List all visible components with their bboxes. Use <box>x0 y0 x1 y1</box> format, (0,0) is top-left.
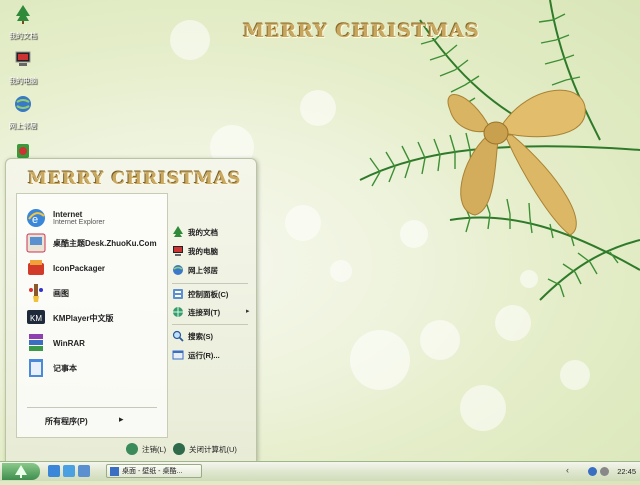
paint-icon <box>29 284 43 302</box>
wallpaper-title: MERRY CHRISTMAS <box>243 20 480 42</box>
notepad-icon <box>29 359 43 377</box>
desktop-icon-label: 我的电脑 <box>9 78 37 85</box>
separator <box>27 407 157 408</box>
power-icon <box>173 443 185 455</box>
quicklaunch-desktop-icon[interactable] <box>78 465 90 477</box>
christmas-bow-decoration <box>359 0 640 301</box>
quicklaunch-globe-icon[interactable] <box>63 465 75 477</box>
program-title: 记事本 <box>53 363 77 373</box>
place-search[interactable]: 搜索(S) <box>172 329 213 343</box>
program-title: KMPlayer中文版 <box>53 313 114 323</box>
tray-collapse-icon[interactable]: ‹ <box>566 465 569 475</box>
program-kmplayer[interactable]: KM KMPlayer中文版 <box>25 306 113 330</box>
iconpackager-icon <box>28 260 44 275</box>
tree-folder-icon <box>16 5 30 24</box>
connect-globe-icon <box>173 307 183 317</box>
program-paint[interactable]: 画图 <box>25 281 69 305</box>
computer-icon <box>15 51 31 66</box>
winrar-icon <box>29 334 43 351</box>
program-subtitle: Internet Explorer <box>53 218 105 226</box>
logoff-button[interactable]: 注销(L) <box>126 443 166 455</box>
taskbar-window-label: 桌面 - 壁纸 - 桌酷... <box>122 468 183 475</box>
run-icon <box>172 350 184 360</box>
place-label: 搜索(S) <box>188 331 213 341</box>
start-menu-places-pane: 我的文档 我的电脑 网上邻居 控制面板(C) 连接到(T) ▸ 搜索(S) 运行… <box>168 193 253 436</box>
desktop-icon-network[interactable]: 网上邻居 <box>4 94 42 131</box>
program-winrar[interactable]: WinRAR <box>25 331 85 355</box>
desktop-icon-my-documents[interactable]: 我的文档 <box>4 4 42 41</box>
start-tree-icon <box>15 465 27 478</box>
tray-network-icon[interactable] <box>588 467 597 476</box>
desktop-icon-label: 网上邻居 <box>9 123 37 130</box>
system-tray: ‹ 22:45 <box>564 463 640 480</box>
program-iconpackager[interactable]: IconPackager <box>25 256 105 280</box>
shutdown-label: 关闭计算机(U) <box>189 444 237 454</box>
program-title: 画图 <box>53 288 69 298</box>
start-menu-title: MERRY CHRISTMAS <box>28 169 242 189</box>
shutdown-button[interactable]: 关闭计算机(U) <box>173 443 237 455</box>
place-network[interactable]: 网上邻居 <box>172 263 218 277</box>
clock[interactable]: 22:45 <box>617 467 636 476</box>
taskbar: 桌面 - 壁纸 - 桌酷... ‹ 22:45 <box>0 461 640 481</box>
place-my-documents[interactable]: 我的文档 <box>172 225 218 239</box>
start-menu-programs-pane: e Internet Internet Explorer 桌酷主题Desk.Zh… <box>16 193 168 438</box>
network-globe-icon <box>173 265 183 275</box>
quicklaunch-ie-icon[interactable] <box>48 465 60 477</box>
place-label: 运行(R)... <box>188 350 220 360</box>
place-control-panel[interactable]: 控制面板(C) <box>172 287 228 301</box>
place-label: 我的电脑 <box>188 246 218 256</box>
zhuoku-theme-icon <box>26 233 46 253</box>
computer-icon <box>173 246 183 256</box>
svg-text:KM: KM <box>30 314 42 323</box>
place-label: 网上邻居 <box>188 265 218 275</box>
program-title: Internet <box>53 209 83 219</box>
program-internet-explorer[interactable]: e Internet Internet Explorer <box>25 206 105 230</box>
arrow-right-icon: ▸ <box>119 414 124 424</box>
start-menu: MERRY CHRISTMAS e Internet Internet Expl… <box>5 158 257 462</box>
program-title: 桌酷主题Desk.ZhuoKu.Com <box>53 238 157 248</box>
svg-text:e: e <box>32 214 38 226</box>
place-run[interactable]: 运行(R)... <box>172 348 220 362</box>
tray-volume-icon[interactable] <box>600 467 609 476</box>
program-notepad[interactable]: 记事本 <box>25 356 77 380</box>
place-label: 控制面板(C) <box>188 289 229 299</box>
kmplayer-icon: KM <box>27 310 45 324</box>
taskbar-window-button[interactable]: 桌面 - 壁纸 - 桌酷... <box>106 464 202 478</box>
network-globe-icon <box>15 96 31 112</box>
bokeh-light <box>170 20 210 60</box>
control-panel-icon <box>173 289 183 299</box>
place-label: 连接到(T) <box>188 307 221 317</box>
recycle-bin-icon <box>17 144 29 158</box>
logoff-icon <box>126 443 138 455</box>
separator <box>172 324 248 325</box>
start-button[interactable] <box>2 463 40 480</box>
program-zhuoku-theme[interactable]: 桌酷主题Desk.ZhuoKu.Com <box>25 231 157 255</box>
arrow-right-icon: ▸ <box>246 308 250 315</box>
place-label: 我的文档 <box>188 227 218 237</box>
all-programs-button[interactable]: 所有程序(P) <box>45 416 88 427</box>
taskbar-empty-area[interactable] <box>206 466 554 476</box>
logoff-label: 注销(L) <box>142 444 167 454</box>
place-connect-to[interactable]: 连接到(T) <box>172 305 220 319</box>
internet-explorer-icon: e <box>27 209 45 227</box>
program-title: WinRAR <box>53 338 85 348</box>
search-icon <box>172 330 184 342</box>
window-icon <box>110 466 119 476</box>
tree-folder-icon <box>173 226 183 237</box>
start-menu-footer: 注销(L) 关闭计算机(U) <box>6 439 256 461</box>
program-title: IconPackager <box>53 263 106 273</box>
place-my-computer[interactable]: 我的电脑 <box>172 244 218 258</box>
desktop-icon-my-computer[interactable]: 我的电脑 <box>4 49 42 86</box>
separator <box>172 283 248 284</box>
desktop-icon-label: 我的文档 <box>9 33 37 40</box>
